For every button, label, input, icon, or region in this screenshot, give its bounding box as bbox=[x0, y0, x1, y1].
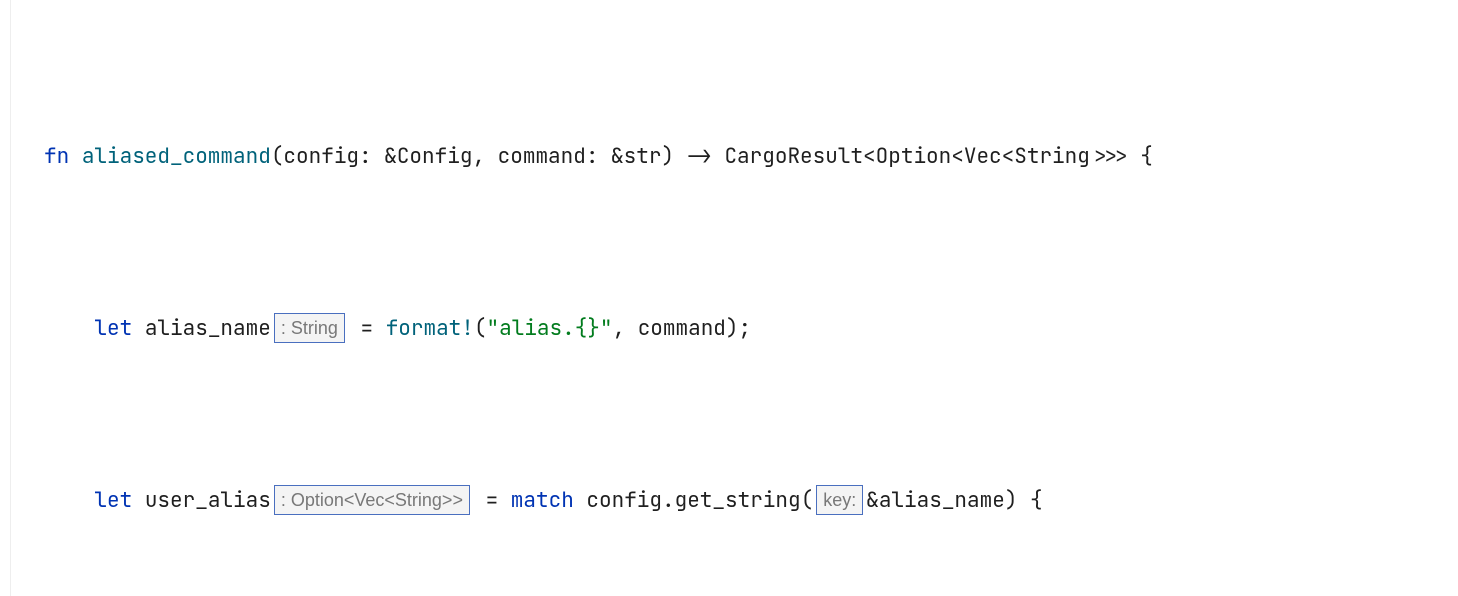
paren: ( bbox=[271, 143, 284, 170]
return-type: CargoResult<Option<Vec<String>>> bbox=[724, 143, 1127, 170]
keyword-let: let bbox=[94, 315, 132, 342]
code-line[interactable]: let alias_name: String = format!("alias.… bbox=[14, 307, 1458, 350]
gutter bbox=[0, 0, 11, 596]
param-hint[interactable]: key: bbox=[816, 485, 863, 515]
variable: user_alias bbox=[145, 487, 271, 514]
type-hint[interactable]: : Option<Vec<String>> bbox=[274, 485, 470, 515]
macro-call: format! bbox=[386, 315, 474, 342]
code-line[interactable]: let user_alias: Option<Vec<String>> = ma… bbox=[14, 479, 1458, 522]
type: &str bbox=[611, 143, 661, 170]
code-line[interactable]: fn aliased_command(config: &Config, comm… bbox=[14, 135, 1458, 178]
param-name: config bbox=[283, 143, 359, 170]
param-name: command bbox=[498, 143, 586, 170]
type-hint[interactable]: : String bbox=[274, 313, 345, 343]
keyword-match: match bbox=[511, 487, 574, 514]
function-name: aliased_command bbox=[82, 143, 271, 170]
string-literal: "alias.{}" bbox=[487, 315, 613, 342]
keyword-fn: fn bbox=[44, 143, 69, 170]
variable: alias_name bbox=[145, 315, 271, 342]
code-editor[interactable]: fn aliased_command(config: &Config, comm… bbox=[0, 0, 1458, 596]
type: &Config bbox=[384, 143, 472, 170]
method-call: get_string bbox=[675, 487, 801, 514]
